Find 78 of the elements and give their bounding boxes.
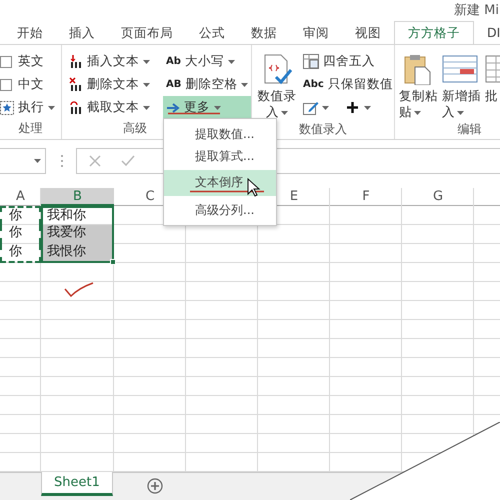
ribbon-tab[interactable]: 开始 — [4, 22, 56, 44]
ribbon-button[interactable]: 更多 — [163, 96, 251, 119]
ribbon-tab[interactable]: 页面布局 — [108, 22, 186, 44]
plus-icon — [347, 102, 358, 113]
caret-icon — [214, 106, 221, 110]
checkbox-label: 中文 — [18, 76, 44, 93]
caret-icon — [414, 110, 421, 115]
column-header[interactable]: A — [0, 188, 41, 206]
caret-icon — [48, 106, 55, 110]
caret-icon — [281, 110, 288, 115]
menu-item[interactable]: 提取数值... — [164, 123, 276, 145]
caret-icon — [364, 106, 371, 110]
group-label: 处理 — [18, 121, 42, 135]
ribbon-tab[interactable]: DI — [474, 22, 500, 44]
caret-icon — [457, 110, 464, 115]
pencil-icon — [303, 100, 319, 115]
caret-icon — [143, 106, 150, 110]
text-case-icon: AB — [166, 79, 182, 90]
caret-icon — [143, 82, 150, 86]
ribbon-button[interactable]: Ab 大小写 — [163, 50, 251, 73]
ribbon-tab[interactable]: 公式 — [186, 22, 238, 44]
table-icon — [303, 54, 319, 69]
run-button[interactable]: 执行 — [0, 99, 55, 116]
ribbon-button[interactable]: Abc 只保留数值 — [300, 73, 396, 96]
add-button[interactable] — [347, 102, 371, 113]
table-cell[interactable]: 我爱你 — [41, 225, 114, 244]
table-cell[interactable]: 我恨你 — [41, 244, 114, 263]
caret-icon — [322, 106, 329, 110]
ribbon-button[interactable]: 新增插入 — [442, 50, 484, 120]
star-icon — [0, 100, 14, 114]
ribbon-tab[interactable]: 插入 — [56, 22, 108, 44]
ribbon-button[interactable]: 四舍五入 — [300, 50, 396, 73]
text-case-icon: Ab — [166, 56, 181, 67]
ribbon-tab[interactable]: 数据 — [238, 22, 290, 44]
column-header[interactable]: G — [402, 188, 474, 206]
grip-icon — [60, 154, 64, 168]
ribbon-button[interactable]: 复制粘贴 — [399, 50, 441, 120]
menu-item[interactable]: 文本倒序 — [164, 170, 276, 196]
check-annotation — [64, 282, 94, 298]
sheet-tab[interactable]: Sheet1 — [41, 472, 113, 496]
table-cell[interactable]: 你 — [0, 206, 41, 225]
ribbon-tab[interactable]: 视图 — [342, 22, 394, 44]
ribbon-button[interactable]: 插入文本 — [66, 50, 155, 73]
menu-item[interactable]: 提取算式... — [164, 145, 276, 167]
arrow-icon — [166, 102, 180, 112]
cancel-icon[interactable] — [89, 155, 101, 167]
add-sheet-icon[interactable] — [146, 478, 163, 494]
underline-annotation — [167, 112, 221, 115]
ribbon-tab[interactable]: 方方格子 — [394, 21, 474, 44]
text-bars-icon — [69, 100, 83, 115]
confirm-icon[interactable] — [121, 155, 135, 167]
edit-button[interactable] — [303, 100, 329, 115]
caret-icon — [143, 60, 150, 64]
window-title: 新建 Mi — [454, 2, 499, 19]
ribbon-tab[interactable]: 审阅 — [290, 22, 342, 44]
ribbon-button[interactable]: AB 删除空格 — [163, 73, 251, 96]
text-case-icon: Abc — [303, 79, 324, 90]
caret-icon — [241, 82, 248, 86]
ribbon-button[interactable]: 批 — [485, 50, 500, 120]
checkbox[interactable] — [0, 78, 12, 90]
ribbon-button[interactable]: 删除文本 — [66, 73, 155, 96]
text-bars-icon — [69, 54, 83, 69]
text-bars-icon — [69, 77, 83, 92]
group-label: 数值录入 — [299, 122, 347, 136]
caret-icon — [228, 60, 235, 64]
group-label: 编辑 — [458, 122, 482, 136]
window-icon — [442, 53, 478, 85]
menu-item[interactable]: 高级分列... — [164, 199, 276, 221]
checkbox[interactable] — [0, 56, 12, 68]
fill-handle[interactable] — [110, 259, 116, 265]
caret-icon — [34, 159, 41, 163]
column-header[interactable]: F — [330, 188, 402, 206]
column-header[interactable]: B — [41, 188, 114, 206]
group-label: 高级 — [123, 121, 147, 135]
checkbox-label: 英文 — [18, 53, 44, 70]
ribbon-button[interactable]: 截取文本 — [66, 96, 155, 119]
number-entry-button[interactable]: 数值录入 — [256, 50, 298, 120]
cursor-icon — [247, 178, 261, 197]
